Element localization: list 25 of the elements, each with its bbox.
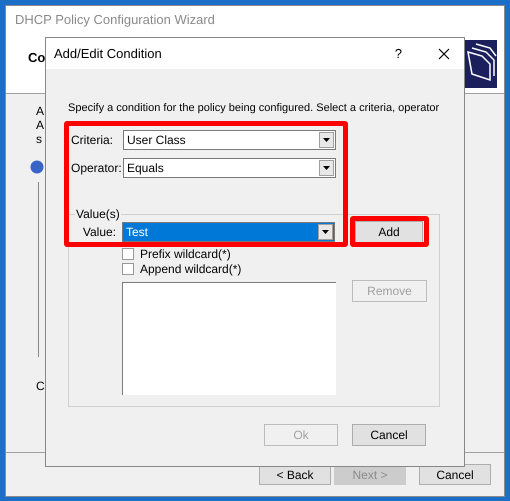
checkbox[interactable] bbox=[122, 263, 134, 275]
dialog-button[interactable]: Cancel bbox=[352, 424, 426, 446]
dropdown-field[interactable]: User Class bbox=[123, 130, 336, 150]
wizard-text: s bbox=[36, 132, 42, 146]
field-label: Criteria: bbox=[71, 132, 114, 149]
value-dropdown-field[interactable]: Test bbox=[122, 222, 335, 242]
window-title: DHCP Policy Configuration Wizard bbox=[15, 11, 215, 30]
wizard-text: C bbox=[36, 378, 45, 395]
close-icon[interactable] bbox=[438, 48, 450, 60]
instruction-text: Specify a condition for the policy being configured. Select a criteria, operator bbox=[68, 101, 440, 115]
add-button[interactable]: Add bbox=[355, 221, 423, 243]
wizard-text: A bbox=[36, 118, 44, 132]
checkbox[interactable] bbox=[122, 248, 134, 260]
dialog-title: Add/Edit Condition bbox=[54, 44, 163, 63]
help-button[interactable]: ? bbox=[394, 44, 402, 64]
checkbox-label: Append wildcard(*) bbox=[140, 263, 242, 275]
field-label: Operator: bbox=[71, 160, 123, 177]
info-icon bbox=[30, 160, 44, 174]
field-label: Value: bbox=[82, 224, 117, 241]
dropdown-field[interactable]: Equals bbox=[123, 158, 336, 178]
wizard-button[interactable]: Cancel bbox=[419, 464, 491, 485]
group-title: Value(s) bbox=[75, 207, 121, 221]
wizard-heading: Co bbox=[28, 48, 46, 67]
checkbox-label: Prefix wildcard(*) bbox=[140, 248, 231, 260]
wizard-text: A bbox=[36, 104, 44, 118]
